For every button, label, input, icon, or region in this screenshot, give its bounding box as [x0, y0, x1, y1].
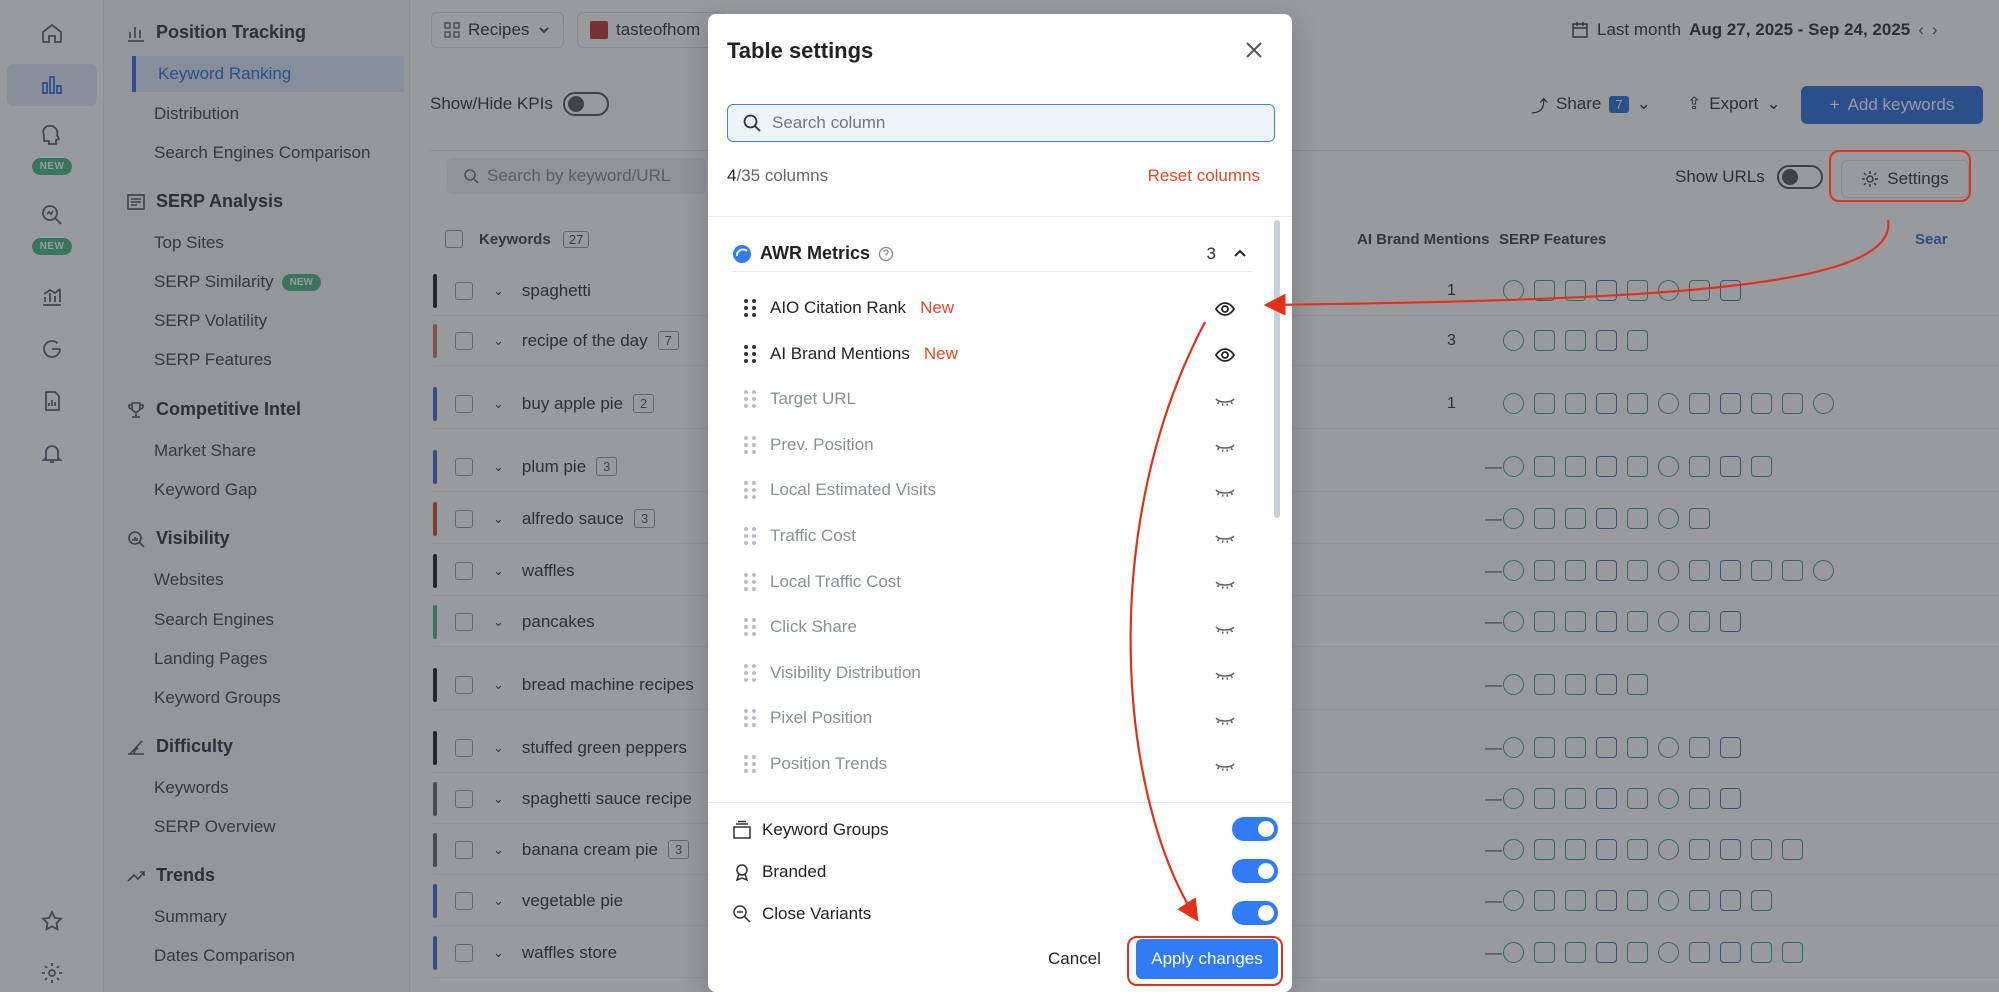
annotation-arrows [1129, 219, 1890, 922]
arrow-to-aio-row [1263, 219, 1890, 316]
arrow-to-apply [1129, 321, 1206, 922]
